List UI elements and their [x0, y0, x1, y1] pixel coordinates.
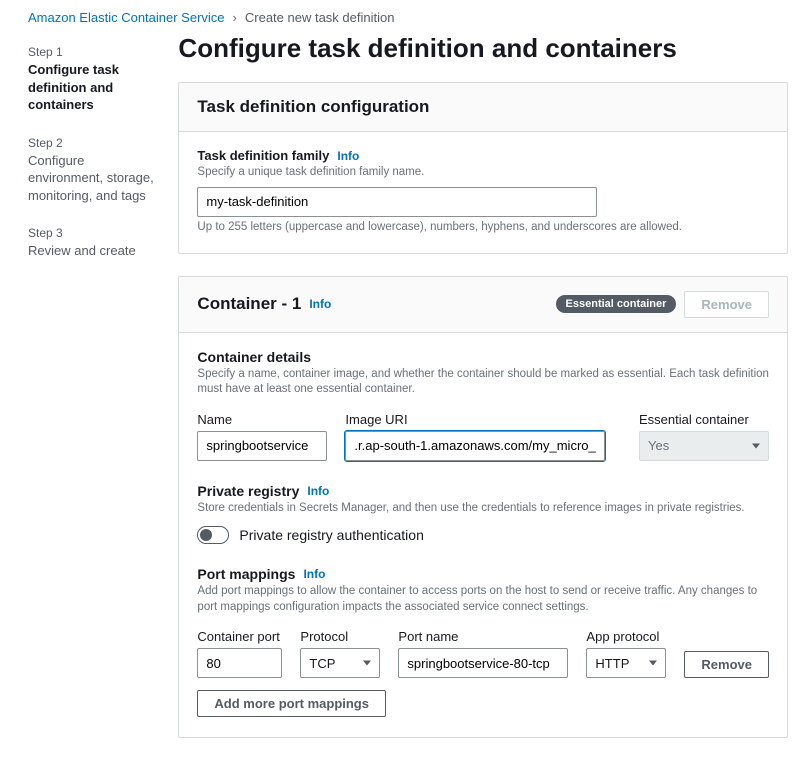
- container-name-label: Name: [197, 412, 327, 427]
- step-label: Step 2: [28, 136, 162, 150]
- remove-port-mapping-button[interactable]: Remove: [684, 651, 769, 678]
- task-definition-family-input[interactable]: [197, 187, 597, 217]
- wizard-steps: Step 1 Configure task definition and con…: [28, 33, 178, 760]
- wizard-step-3[interactable]: Step 3 Review and create: [28, 226, 162, 260]
- app-protocol-label: App protocol: [586, 629, 666, 644]
- container-details-hint: Specify a name, container image, and whe…: [197, 367, 769, 398]
- private-registry-hint: Store credentials in Secrets Manager, an…: [197, 501, 769, 517]
- breadcrumb: Amazon Elastic Container Service › Creat…: [0, 0, 800, 33]
- container-port-label: Container port: [197, 629, 282, 644]
- port-mappings-title: Port mappings Info: [197, 566, 769, 582]
- private-registry-toggle[interactable]: [197, 526, 229, 544]
- step-title: Configure environment, storage, monitori…: [28, 152, 162, 205]
- port-mappings-hint: Add port mappings to allow the container…: [197, 584, 769, 615]
- protocol-label: Protocol: [300, 629, 380, 644]
- breadcrumb-current: Create new task definition: [245, 10, 395, 25]
- image-uri-label: Image URI: [345, 412, 605, 427]
- step-label: Step 3: [28, 226, 162, 240]
- chevron-right-icon: ›: [233, 10, 237, 25]
- family-hint: Specify a unique task definition family …: [197, 165, 769, 181]
- page-title: Configure task definition and containers: [178, 33, 788, 64]
- container-1-panel: Container - 1 Info Essential container R…: [178, 276, 788, 739]
- family-constraint: Up to 255 letters (uppercase and lowerca…: [197, 221, 769, 233]
- protocol-select[interactable]: TCP: [300, 648, 380, 678]
- add-port-mapping-button[interactable]: Add more port mappings: [197, 690, 386, 717]
- image-uri-input[interactable]: [345, 431, 605, 461]
- breadcrumb-root[interactable]: Amazon Elastic Container Service: [28, 10, 225, 25]
- essential-label: Essential container: [639, 412, 769, 427]
- family-label: Task definition family Info: [197, 148, 769, 163]
- step-title: Review and create: [28, 242, 162, 260]
- remove-container-button[interactable]: Remove: [684, 291, 769, 318]
- info-link[interactable]: Info: [307, 484, 329, 498]
- step-label: Step 1: [28, 45, 162, 59]
- essential-select[interactable]: Yes: [639, 431, 769, 461]
- task-definition-config-panel: Task definition configuration Task defin…: [178, 82, 788, 254]
- app-protocol-select[interactable]: HTTP: [586, 648, 666, 678]
- port-name-label: Port name: [398, 629, 568, 644]
- panel-header: Task definition configuration: [179, 83, 787, 132]
- private-registry-title: Private registry Info: [197, 483, 769, 499]
- info-link[interactable]: Info: [337, 149, 359, 163]
- panel-header: Container - 1 Info Essential container R…: [179, 277, 787, 333]
- container-name-input[interactable]: [197, 431, 327, 461]
- container-port-input[interactable]: [197, 648, 282, 678]
- essential-container-badge: Essential container: [556, 295, 677, 313]
- info-link[interactable]: Info: [309, 297, 331, 311]
- step-title: Configure task definition and containers: [28, 61, 162, 114]
- container-details-title: Container details: [197, 349, 769, 365]
- wizard-step-2[interactable]: Step 2 Configure environment, storage, m…: [28, 136, 162, 205]
- private-registry-toggle-label: Private registry authentication: [239, 527, 423, 543]
- info-link[interactable]: Info: [303, 567, 325, 581]
- wizard-step-1[interactable]: Step 1 Configure task definition and con…: [28, 45, 162, 114]
- port-name-input[interactable]: [398, 648, 568, 678]
